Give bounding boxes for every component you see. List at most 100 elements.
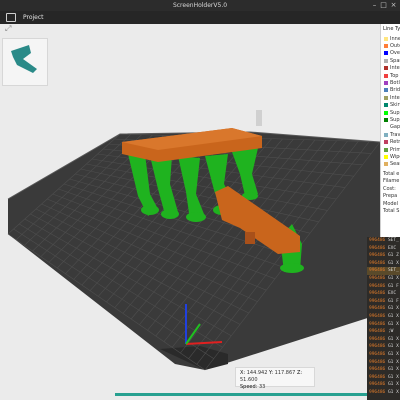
gcode-line-number: 996486	[369, 245, 386, 251]
gcode-command: G1 X	[385, 275, 399, 281]
legend-item[interactable]: Inter	[381, 94, 400, 101]
position-coords: X: 144.942 Y: 117.867 Z: 51.600	[240, 370, 310, 384]
object-thumbnail[interactable]	[2, 38, 48, 86]
gcode-line[interactable]: 996486 G1 F	[367, 283, 400, 291]
legend-label: Seam	[390, 161, 400, 168]
gcode-command: EXC	[385, 291, 397, 297]
model-pin	[256, 110, 262, 126]
gcode-line[interactable]: 996486 G1 F	[367, 298, 400, 306]
gcode-line[interactable]: 996486 G1 X	[367, 275, 400, 283]
gcode-line[interactable]: 996486 G1 X	[367, 351, 400, 359]
legend-swatch	[384, 58, 388, 63]
legend-item[interactable]: Gap	[381, 124, 400, 131]
z-label: Z:	[296, 370, 303, 376]
project-icon[interactable]	[6, 13, 16, 22]
legend-item[interactable]: Prim	[381, 146, 400, 153]
gcode-command: G1 X	[385, 351, 399, 357]
gcode-command: G1 X	[385, 359, 399, 365]
legend-item[interactable]: Top	[381, 72, 400, 79]
legend-item[interactable]: Botl	[381, 79, 400, 86]
legend-item[interactable]: Seam	[381, 161, 400, 168]
legend-label: Supp	[390, 109, 400, 116]
legend-swatch	[384, 147, 388, 152]
gcode-line[interactable]: 996486 SET_	[367, 267, 400, 275]
gcode-line[interactable]: 996486 EXC	[367, 290, 400, 298]
gcode-command: G1 F	[385, 298, 399, 304]
legend-item[interactable]: Inne	[381, 35, 400, 42]
scene-canvas[interactable]	[0, 24, 380, 400]
tab-project[interactable]: Project	[23, 12, 44, 23]
legend-label: Supp	[390, 116, 400, 123]
legend-swatch	[384, 44, 388, 49]
legend-item[interactable]: Brid	[381, 87, 400, 94]
legend-label: Inter	[390, 65, 400, 72]
legend-swatch	[384, 103, 388, 108]
gcode-command: G1 X	[385, 344, 399, 350]
minimize-icon[interactable]: –	[371, 2, 378, 9]
gcode-line-number: 996486	[369, 359, 386, 365]
gcode-command: G1 X	[385, 389, 399, 395]
legend-item[interactable]: Retr	[381, 138, 400, 145]
gcode-command: G1 X	[385, 367, 399, 373]
gcode-command: EXC	[385, 245, 397, 251]
gcode-line-number: 996486	[369, 336, 386, 342]
gcode-line[interactable]: 996486 G1 X	[367, 305, 400, 313]
speed-label: Speed:	[240, 384, 258, 390]
gcode-line[interactable]: 996486 G1 X	[367, 321, 400, 329]
legend-label: Wipe	[390, 153, 400, 160]
gcode-line[interactable]: 996486 G1 X	[367, 389, 400, 397]
legend-label: Trav	[390, 131, 400, 138]
y-value: 117.867	[274, 370, 296, 376]
legend-swatch	[384, 81, 388, 86]
gcode-line[interactable]: 996486 G1 X	[367, 313, 400, 321]
z-value: 51.600	[240, 377, 258, 383]
legend-item[interactable]: Supp	[381, 116, 400, 123]
legend-swatch	[384, 95, 388, 100]
legend-label: Brid	[390, 87, 400, 94]
legend-header: Line Ty	[383, 26, 400, 32]
position-readout: X: 144.942 Y: 117.867 Z: 51.600 Speed: 3…	[235, 367, 315, 390]
gcode-line[interactable]: 996486 G1 X	[367, 260, 400, 268]
maximize-icon[interactable]: □	[380, 2, 387, 9]
gcode-line[interactable]: 996486 G1 X	[367, 359, 400, 367]
gcode-line-number: 996486	[369, 238, 386, 243]
legend-item[interactable]: Inter	[381, 65, 400, 72]
legend-item[interactable]: Spar	[381, 57, 400, 64]
legend-label: Spar	[390, 57, 400, 64]
horizontal-slider[interactable]	[115, 393, 370, 396]
gcode-line-number: 996486	[369, 268, 386, 274]
close-icon[interactable]: ×	[390, 2, 397, 9]
gcode-line[interactable]: 996486 G1 Z	[367, 252, 400, 260]
legend-swatch	[384, 162, 388, 167]
collapse-icon[interactable]: ⤢	[5, 25, 11, 33]
legend-item[interactable]: Skirt	[381, 102, 400, 109]
legend-item[interactable]: Trav	[381, 131, 400, 138]
gcode-line[interactable]: 996486 G1 X	[367, 336, 400, 344]
gcode-line-number: 996486	[369, 344, 386, 350]
gcode-line-number: 996486	[369, 291, 386, 297]
gcode-line[interactable]: 996486 ;W	[367, 328, 400, 336]
legend-label: Prim	[390, 146, 400, 153]
legend-swatch	[384, 125, 388, 130]
legend-item[interactable]: Oute	[381, 42, 400, 49]
legend-swatch	[384, 154, 388, 159]
gcode-command: G1 X	[385, 260, 399, 266]
gcode-command: SET_	[385, 268, 399, 274]
gcode-line[interactable]: 996486 G1 X	[367, 374, 400, 382]
gcode-viewer[interactable]: 996486 SET_ 996486 EXC 996486 G1 Z 996486 G…	[367, 237, 400, 400]
legend-label: Skirt	[390, 102, 400, 109]
legend-item[interactable]: Ove	[381, 50, 400, 57]
legend-swatch	[384, 117, 388, 122]
legend-label: Ove	[390, 50, 400, 57]
gcode-line-number: 996486	[369, 351, 386, 357]
gcode-line-number: 996486	[369, 306, 386, 312]
legend-swatch	[384, 36, 388, 41]
gcode-line[interactable]: 996486 G1 X	[367, 343, 400, 351]
gcode-line[interactable]: 996486 EXC	[367, 245, 400, 253]
legend-label: Inne	[390, 35, 400, 42]
legend-item[interactable]: Wipe	[381, 153, 400, 160]
gcode-line[interactable]: 996486 G1 X	[367, 366, 400, 374]
gcode-line[interactable]: 996486 G1 X	[367, 381, 400, 389]
gcode-line[interactable]: 996486 SET_	[367, 237, 400, 245]
legend-item[interactable]: Supp	[381, 109, 400, 116]
